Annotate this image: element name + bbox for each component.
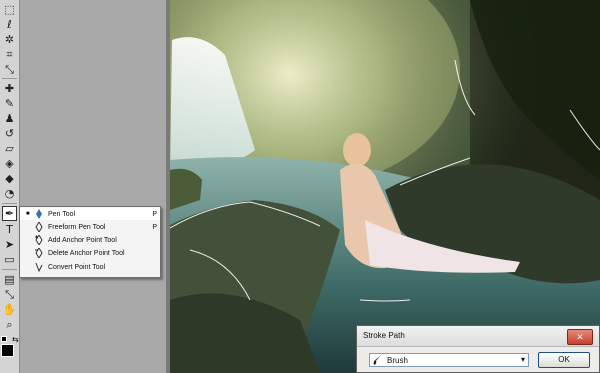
flyout-item-freeform-pen-tool[interactable]: Freeform Pen Tool P bbox=[20, 221, 160, 233]
notes-tool-icon[interactable]: ▤ bbox=[2, 272, 17, 287]
document-canvas[interactable] bbox=[170, 0, 600, 373]
dodge-tool-icon[interactable]: ◔ bbox=[2, 186, 17, 201]
stroke-tool-select[interactable]: Brush ▾ bbox=[369, 353, 529, 367]
stroke-path-dialog: Stroke Path ✕ Brush ▾ OK bbox=[356, 325, 600, 373]
canvas-image bbox=[170, 0, 600, 373]
zoom-tool-icon[interactable]: ⌕ bbox=[2, 317, 17, 332]
healing-brush-tool-icon[interactable]: ✚ bbox=[2, 81, 17, 96]
stroke-tool-value: Brush bbox=[387, 356, 408, 365]
delete-anchor-point-tool-icon bbox=[35, 248, 43, 258]
pen-tool-icon[interactable]: ✒ bbox=[2, 206, 17, 221]
ok-button[interactable]: OK bbox=[538, 352, 590, 368]
flyout-item-convert-point-tool[interactable]: Convert Point Tool bbox=[20, 261, 160, 273]
eraser-tool-icon[interactable]: ▱ bbox=[2, 141, 17, 156]
path-selection-tool-icon[interactable]: ➤ bbox=[2, 237, 17, 252]
flyout-item-add-anchor-point-tool[interactable]: Add Anchor Point Tool bbox=[20, 234, 160, 246]
flyout-item-label: Pen Tool bbox=[48, 210, 76, 218]
shortcut-key: P bbox=[152, 210, 157, 218]
flyout-item-pen-tool[interactable]: ■ Pen Tool P bbox=[20, 208, 160, 220]
brush-icon bbox=[373, 355, 381, 365]
toolbox-divider bbox=[2, 203, 17, 204]
flyout-item-delete-anchor-point-tool[interactable]: Delete Anchor Point Tool bbox=[20, 247, 160, 259]
clone-stamp-tool-icon[interactable]: ♟ bbox=[2, 111, 17, 126]
toolbox: ⬚ ℓ ✲ ⌗ ⤡ ✚ ✎ ♟ ↺ ▱ ◈ ◆ ◔ ✒ T ➤ ▭ ▤ ⤡ ✋ … bbox=[0, 0, 20, 373]
dialog-title: Stroke Path bbox=[363, 331, 405, 340]
magic-wand-tool-icon[interactable]: ✲ bbox=[2, 32, 17, 47]
marquee-tool-icon[interactable]: ⬚ bbox=[2, 2, 17, 17]
crop-tool-icon[interactable]: ⌗ bbox=[2, 47, 17, 62]
brush-tool-icon[interactable]: ✎ bbox=[2, 96, 17, 111]
convert-point-tool-icon bbox=[35, 262, 43, 272]
flyout-item-label: Add Anchor Point Tool bbox=[48, 236, 117, 244]
hand-tool-icon[interactable]: ✋ bbox=[2, 302, 17, 317]
toolbox-divider bbox=[2, 269, 17, 270]
type-tool-icon[interactable]: T bbox=[2, 222, 17, 237]
dialog-titlebar[interactable]: Stroke Path ✕ bbox=[357, 326, 599, 347]
history-brush-tool-icon[interactable]: ↺ bbox=[2, 126, 17, 141]
paint-bucket-tool-icon[interactable]: ◈ bbox=[2, 156, 17, 171]
close-button[interactable]: ✕ bbox=[567, 329, 593, 345]
shortcut-key: P bbox=[152, 223, 157, 231]
pen-tool-icon bbox=[36, 209, 42, 219]
eyedropper2-tool-icon[interactable]: ⤡ bbox=[2, 287, 17, 302]
eyedropper-tool-icon[interactable]: ⤡ bbox=[2, 62, 17, 77]
flyout-item-label: Freeform Pen Tool bbox=[48, 223, 106, 231]
workspace-background bbox=[20, 0, 170, 373]
lasso-tool-icon[interactable]: ℓ bbox=[2, 17, 17, 32]
pen-tool-flyout-menu: ■ Pen Tool P Freeform Pen Tool P Add Anc… bbox=[19, 206, 161, 278]
flyout-item-label: Delete Anchor Point Tool bbox=[48, 249, 125, 257]
flyout-item-label: Convert Point Tool bbox=[48, 263, 106, 271]
selected-bullet: ■ bbox=[26, 211, 30, 217]
add-anchor-point-tool-icon bbox=[35, 235, 43, 245]
freeform-pen-tool-icon bbox=[35, 222, 43, 232]
rectangle-tool-icon[interactable]: ▭ bbox=[2, 252, 17, 267]
foreground-color-swatch[interactable] bbox=[1, 344, 14, 357]
toolbox-divider bbox=[2, 78, 17, 79]
blur-tool-icon[interactable]: ◆ bbox=[2, 171, 17, 186]
swap-colors-icon[interactable]: ⇆ bbox=[12, 335, 19, 344]
chevron-down-icon: ▾ bbox=[520, 355, 525, 364]
default-colors-icon[interactable] bbox=[1, 336, 7, 342]
